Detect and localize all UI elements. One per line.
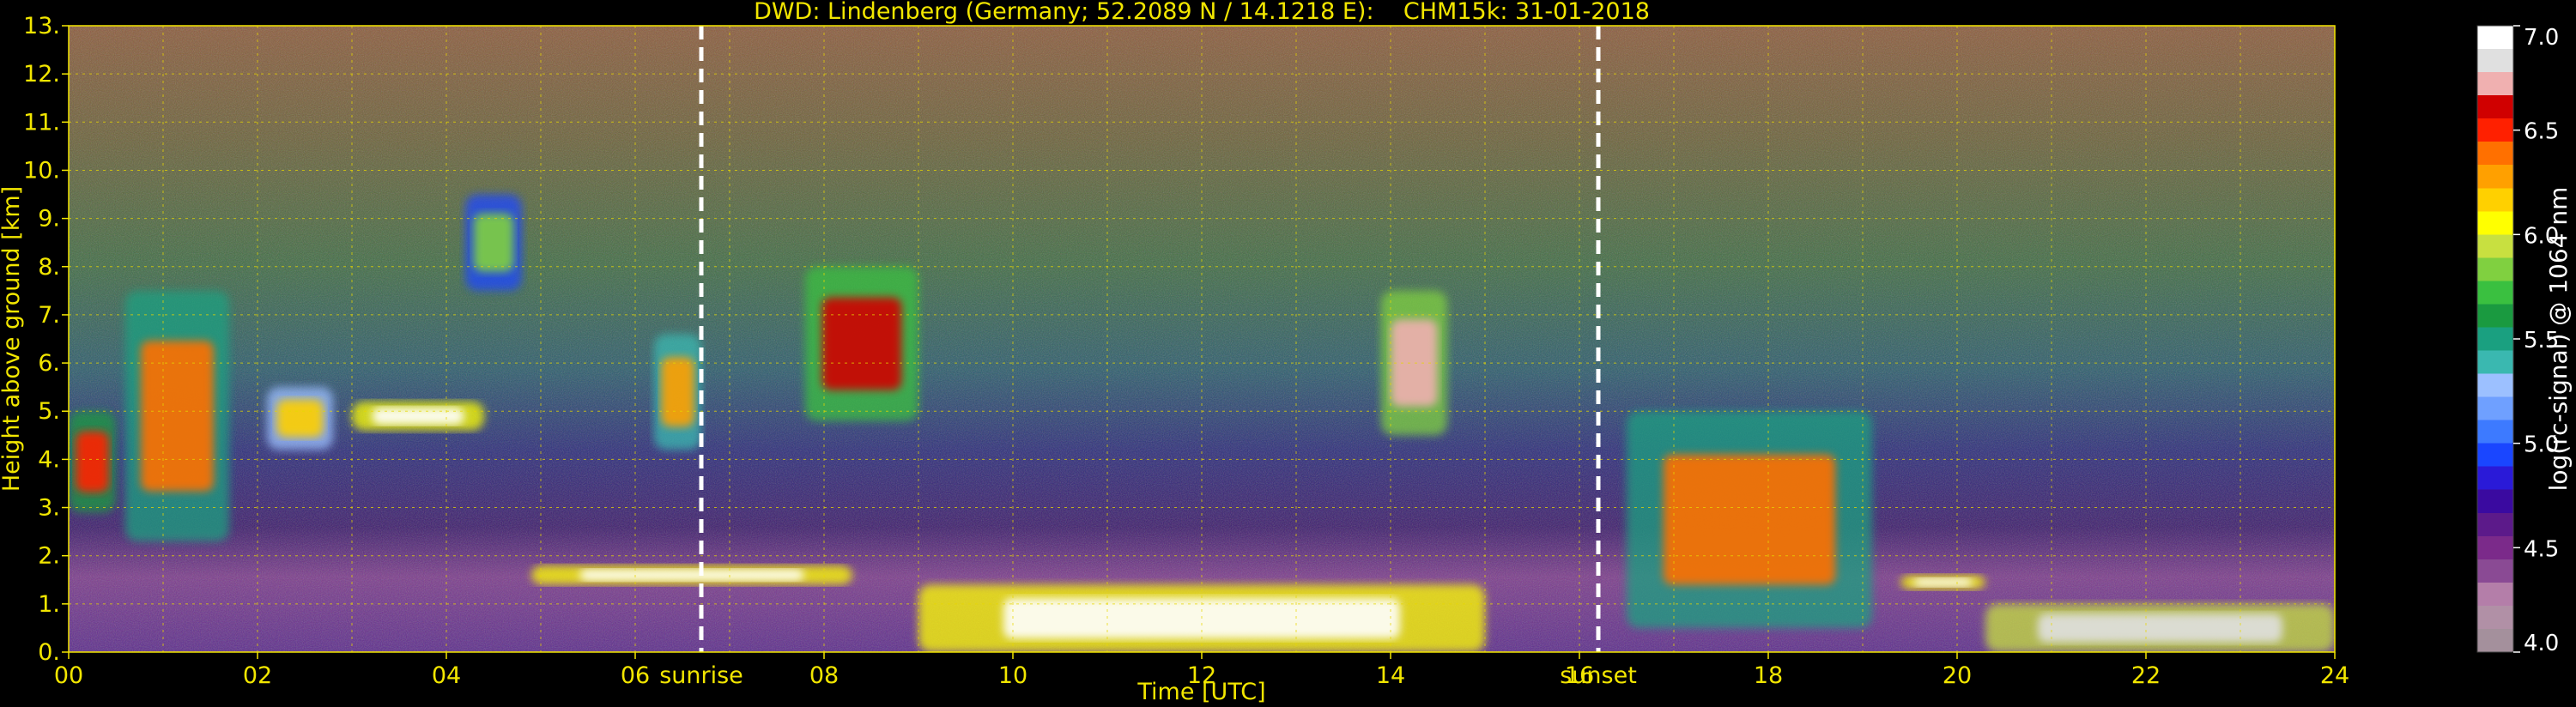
sunset-label: sunset bbox=[1560, 662, 1637, 689]
x-tick-label: 18 bbox=[1754, 662, 1783, 689]
y-tick-label: 13. bbox=[23, 13, 60, 39]
y-tick-label: 8. bbox=[38, 254, 60, 281]
y-tick-label: 11. bbox=[23, 109, 60, 136]
cloud-feature-core bbox=[821, 297, 902, 390]
signal-noise-overlay bbox=[69, 26, 2335, 652]
x-tick-label: 14 bbox=[1376, 662, 1405, 689]
x-tick-label: 08 bbox=[809, 662, 839, 689]
x-tick-label: 04 bbox=[432, 662, 461, 689]
cloud-feature-core bbox=[473, 214, 514, 272]
x-axis-label: Time [UTC] bbox=[1136, 679, 1265, 705]
y-tick-label: 7. bbox=[38, 302, 60, 329]
x-tick-label: 24 bbox=[2320, 662, 2349, 689]
colorbar-tick-label: 6.5 bbox=[2524, 119, 2559, 145]
ceilometer-figure: 00 02 04 06 08 10 12 14 16 18 20 22 24 0.1.2.3.4.5.6… bbox=[0, 0, 2573, 705]
cloud-feature-core bbox=[661, 357, 694, 427]
y-tick-label: 2. bbox=[38, 543, 60, 570]
x-tick-label: 00 bbox=[54, 662, 83, 689]
y-axis-label: Height above ground [km] bbox=[0, 186, 25, 492]
cloud-feature-core bbox=[276, 399, 324, 438]
cloud-feature-core bbox=[1912, 577, 1973, 587]
colorbar-tick-label: 7.0 bbox=[2524, 25, 2559, 51]
y-tick-label: 12. bbox=[23, 61, 60, 88]
cloud-feature-core bbox=[579, 569, 804, 581]
y-axis-ticks: 0. 1. 2. 3. 4. 5. 6. 7. 8. 9. 10. 11. 12. 13. bbox=[23, 13, 69, 666]
x-tick-label: 02 bbox=[243, 662, 272, 689]
colorbar: 4.04.55.05.56.06.57.0 log(rc-signal) @ 1… bbox=[2476, 25, 2573, 656]
sunrise-label: sunrise bbox=[659, 662, 743, 689]
y-tick-label: 10. bbox=[23, 157, 60, 184]
y-tick-label: 3. bbox=[38, 495, 60, 522]
x-tick-label: 10 bbox=[998, 662, 1027, 689]
cloud-feature-core bbox=[2038, 613, 2282, 643]
cloud-feature-core bbox=[372, 407, 464, 425]
y-tick-label: 4. bbox=[38, 446, 60, 473]
cloud-feature-core bbox=[76, 431, 109, 492]
colorbar-tick-label: 4.0 bbox=[2524, 631, 2559, 656]
colorbar-tick-label: 4.5 bbox=[2524, 536, 2559, 562]
chart-title: DWD: Lindenberg (Germany; 52.2089 N / 14… bbox=[754, 0, 1650, 25]
x-tick-label: 06 bbox=[621, 662, 650, 689]
colorbar-label: log(rc-signal) @ 1064 nm bbox=[2544, 187, 2573, 492]
plot-area bbox=[69, 26, 2335, 652]
colorbar-bar bbox=[2476, 25, 2514, 653]
y-tick-label: 1. bbox=[38, 591, 60, 618]
y-tick-label: 5. bbox=[38, 398, 60, 425]
cloud-feature-core bbox=[1663, 454, 1836, 585]
y-tick-label: 6. bbox=[38, 350, 60, 377]
x-tick-label: 20 bbox=[1943, 662, 1972, 689]
x-tick-label: 22 bbox=[2131, 662, 2161, 689]
y-tick-label: 9. bbox=[38, 206, 60, 233]
y-tick-label: 0. bbox=[38, 639, 60, 666]
